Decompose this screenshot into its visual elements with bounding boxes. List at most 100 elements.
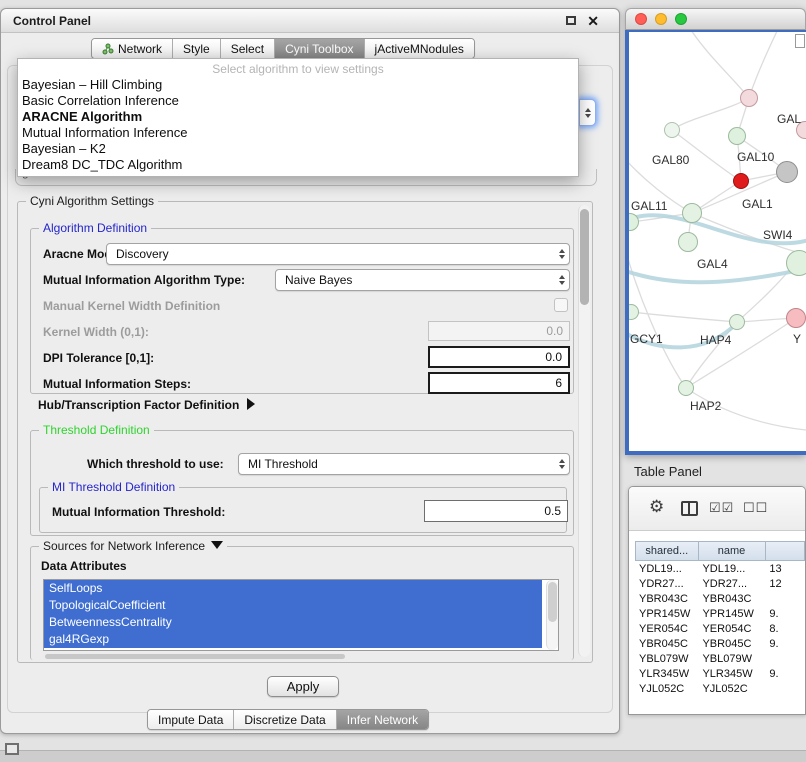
tab-infer-network[interactable]: Infer Network: [337, 710, 428, 729]
mi-threshold-field[interactable]: 0.5: [424, 500, 568, 522]
table-row[interactable]: YJL052CYJL052C: [635, 681, 805, 696]
attr-list-scrollbar[interactable]: [546, 580, 558, 650]
zoom-traffic-light-icon[interactable]: [675, 13, 687, 25]
table-cell: 13: [765, 563, 805, 575]
settings-scrollbar-thumb[interactable]: [580, 209, 589, 305]
tab-label: jActiveMNodules: [375, 42, 464, 56]
sources-group-title[interactable]: Sources for Network Inference: [39, 539, 227, 553]
kernel-width-label: Kernel Width (0,1):: [43, 325, 149, 339]
table-panel-title: Table Panel: [634, 464, 702, 479]
control-panel-window: Control Panel ✕ NetworkStyleSelectCyni T…: [0, 8, 620, 734]
attribute-list-item[interactable]: TopologicalCoefficient: [44, 597, 542, 614]
tab-impute-data[interactable]: Impute Data: [148, 710, 234, 729]
settings-group-title: Cyni Algorithm Settings: [26, 194, 158, 208]
table-cell: 9.: [765, 608, 805, 620]
table-row[interactable]: YDR27...YDR27...12: [635, 576, 805, 591]
algorithm-menu-item[interactable]: Bayesian – K2: [18, 141, 578, 157]
kernel-width-field: 0.0: [428, 321, 570, 341]
tab-jactivemnodules[interactable]: jActiveMNodules: [365, 39, 474, 58]
network-scrollbar-button[interactable]: [795, 34, 805, 48]
table-cell: YDL19...: [635, 563, 698, 575]
tab-style[interactable]: Style: [173, 39, 221, 58]
mi-type-combo[interactable]: Naive Bayes: [275, 269, 570, 291]
gear-icon[interactable]: ⚙: [649, 497, 664, 517]
attribute-list-item[interactable]: BetweennessCentrality: [44, 614, 542, 631]
algorithm-menu-item[interactable]: Dream8 DC_TDC Algorithm: [18, 157, 578, 173]
select-all-icon[interactable]: ☑☑: [709, 500, 734, 516]
bottom-dock: [0, 750, 806, 762]
column-header[interactable]: name: [699, 541, 766, 561]
table-cell: YBR045C: [698, 638, 765, 650]
table-cell: YJL052C: [635, 683, 698, 695]
network-node-label: HAP2: [690, 399, 721, 413]
algorithm-menu-item[interactable]: Bayesian – Hill Climbing: [18, 77, 578, 93]
collapsed-arrow-icon[interactable]: [247, 398, 255, 410]
mi-threshold-label: Mutual Information Threshold:: [52, 505, 225, 519]
aracne-mode-value: Discovery: [116, 247, 169, 261]
panel-restore-icon[interactable]: [5, 743, 19, 755]
table-row[interactable]: YPR145WYPR145W9.: [635, 606, 805, 621]
table-cell: YBR043C: [698, 593, 765, 605]
table-row[interactable]: YBR043CYBR043C: [635, 591, 805, 606]
data-attributes-label: Data Attributes: [41, 559, 127, 573]
float-window-icon[interactable]: [566, 16, 576, 25]
tab-select[interactable]: Select: [221, 39, 275, 58]
combo-arrows-icon: [559, 249, 565, 259]
attribute-list-item[interactable]: gal4RGexp: [44, 631, 542, 648]
attr-list-hscrollbar-thumb[interactable]: [45, 654, 345, 659]
attr-list-scrollbar-thumb[interactable]: [548, 582, 557, 622]
algorithm-menu-placeholder: Select algorithm to view settings: [18, 61, 578, 77]
table-row[interactable]: YER054CYER054C8.: [635, 621, 805, 636]
manual-kernel-checkbox[interactable]: [554, 298, 568, 312]
algorithm-menu-item[interactable]: ARACNE Algorithm: [18, 109, 578, 125]
algorithm-menu-item[interactable]: Basic Correlation Inference: [18, 93, 578, 109]
sources-group: Sources for Network Inference Data Attri…: [30, 546, 574, 660]
aracne-mode-combo[interactable]: Discovery: [106, 243, 570, 265]
minimize-traffic-light-icon[interactable]: [655, 13, 667, 25]
expanded-arrow-icon[interactable]: [211, 541, 223, 549]
table-cell: YDL19...: [698, 563, 765, 575]
table-cell: YLR345W: [635, 668, 698, 680]
table-row[interactable]: YLR345WYLR345W9.: [635, 666, 805, 681]
control-panel-titlebar[interactable]: Control Panel ✕: [1, 9, 619, 33]
close-window-icon[interactable]: ✕: [587, 14, 599, 28]
tab-discretize-data[interactable]: Discretize Data: [234, 710, 336, 729]
tab-cyni-toolbox[interactable]: Cyni Toolbox: [275, 39, 364, 58]
mi-type-value: Naive Bayes: [285, 273, 352, 287]
columns-icon[interactable]: [681, 501, 698, 516]
table-cell: YJL052C: [698, 683, 765, 695]
which-threshold-combo[interactable]: MI Threshold: [238, 453, 570, 475]
table-cell: YDR27...: [635, 578, 698, 590]
window-title: Control Panel: [13, 14, 91, 28]
attribute-list-item[interactable]: SelfLoops: [44, 580, 542, 597]
apply-button[interactable]: Apply: [267, 676, 339, 697]
algorithm-menu-item[interactable]: Mutual Information Inference: [18, 125, 578, 141]
table-cell: 8.: [765, 623, 805, 635]
network-node-label: GAL11: [631, 199, 667, 213]
table-row[interactable]: YDL19...YDL19...13: [635, 561, 805, 576]
tab-network[interactable]: Network: [92, 39, 173, 58]
data-attributes-list[interactable]: SelfLoopsTopologicalCoefficientBetweenne…: [43, 579, 559, 651]
network-view-window: GAL80GAL10GAL11GAL1SWI4GAL4GCY1HAP4HAP2G…: [625, 8, 806, 455]
cyni-algorithm-settings-group: Cyni Algorithm Settings Algorithm Defini…: [17, 201, 593, 663]
settings-scrollbar[interactable]: [578, 205, 590, 657]
close-traffic-light-icon[interactable]: [635, 13, 647, 25]
network-canvas[interactable]: GAL80GAL10GAL11GAL1SWI4GAL4GCY1HAP4HAP2G…: [629, 32, 806, 451]
network-window-titlebar[interactable]: [625, 8, 806, 30]
table-row[interactable]: YBL079WYBL079W: [635, 651, 805, 666]
clear-selection-icon[interactable]: ☐☐: [743, 500, 768, 516]
hub-definition-section[interactable]: Hub/Transcription Factor Definition: [38, 398, 255, 412]
mi-threshold-value: 0.5: [544, 504, 561, 518]
attr-list-hscrollbar[interactable]: [43, 653, 559, 660]
column-header[interactable]: [766, 541, 806, 561]
network-node-label: HAP4: [700, 333, 731, 347]
table-toolbar: ⚙ ☑☑ ☐☐: [629, 487, 805, 531]
dpi-tolerance-field[interactable]: 0.0: [428, 346, 570, 368]
table-cell: YBL079W: [635, 653, 698, 665]
column-header[interactable]: shared...: [635, 541, 699, 561]
algorithm-definition-group: Algorithm Definition Aracne Mode: Discov…: [30, 228, 574, 394]
table-row[interactable]: YBR045CYBR045C9.: [635, 636, 805, 651]
mi-steps-field[interactable]: 6: [428, 372, 570, 394]
algorithm-combo-stepper[interactable]: [579, 99, 596, 126]
table-cell: YER054C: [635, 623, 698, 635]
